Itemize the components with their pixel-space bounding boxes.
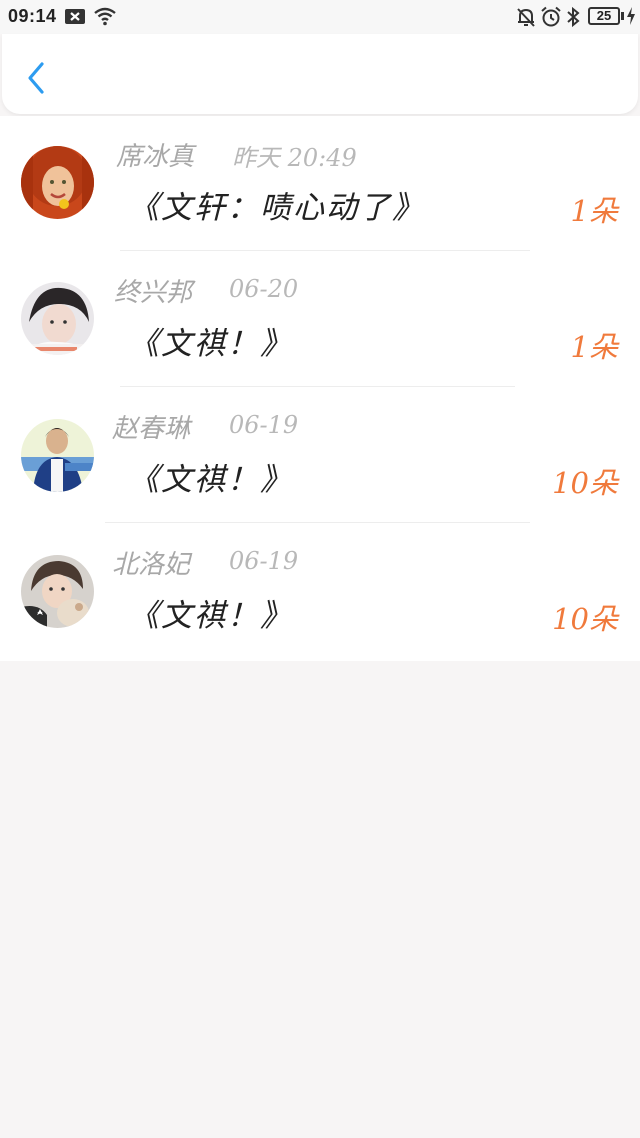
sent-time: 06-20 <box>229 275 299 303</box>
chevron-left-icon <box>28 62 44 94</box>
message-text: 《文祺！》 <box>128 598 293 634</box>
divider <box>120 250 530 251</box>
wifi-icon <box>93 6 117 31</box>
message-text: 《文祺！》 <box>128 326 293 362</box>
list-item[interactable]: 赵春琳 06-19 《文祺！》 10朵 <box>0 388 640 524</box>
status-time: 09:14 <box>8 6 57 26</box>
sender-name: 北洛妃 <box>112 550 191 580</box>
sent-time: 06-19 <box>229 411 299 439</box>
alarm-icon <box>540 6 562 33</box>
charging-bolt-icon <box>626 6 636 31</box>
flower-count: 1朵 <box>570 194 618 228</box>
mute-bell-icon <box>515 6 537 33</box>
message-text: 《文祺！》 <box>128 462 293 498</box>
avatar[interactable] <box>21 282 94 355</box>
avatar[interactable] <box>21 419 94 492</box>
sent-time: 昨天 20:49 <box>232 144 357 172</box>
status-bar: 09:14 25 <box>0 0 640 34</box>
divider <box>120 386 515 387</box>
avatar[interactable] <box>21 555 94 628</box>
gift-list: 席冰真 昨天 20:49 《文轩：啧心动了》 1朵 终兴邦 06-20 《文祺！… <box>0 116 640 661</box>
header-bar <box>2 34 638 114</box>
sender-name: 赵春琳 <box>112 414 191 444</box>
bluetooth-icon <box>565 6 581 33</box>
divider <box>105 522 530 523</box>
sender-name: 终兴邦 <box>114 278 193 308</box>
battery-tip <box>621 12 624 20</box>
back-button[interactable] <box>22 60 52 96</box>
flower-count: 10朵 <box>552 602 618 636</box>
flower-count: 1朵 <box>570 330 618 364</box>
flower-count: 10朵 <box>552 466 618 500</box>
list-item[interactable]: 北洛妃 06-19 《文祺！》 10朵 <box>0 524 640 660</box>
battery-icon: 25 <box>588 7 620 25</box>
notification-close-icon <box>64 6 86 31</box>
list-item[interactable]: 终兴邦 06-20 《文祺！》 1朵 <box>0 252 640 388</box>
message-text: 《文轩：啧心动了》 <box>128 190 425 226</box>
list-item[interactable]: 席冰真 昨天 20:49 《文轩：啧心动了》 1朵 <box>0 116 640 252</box>
avatar[interactable] <box>21 146 94 219</box>
sender-name: 席冰真 <box>116 142 195 172</box>
sent-time: 06-19 <box>229 547 299 575</box>
